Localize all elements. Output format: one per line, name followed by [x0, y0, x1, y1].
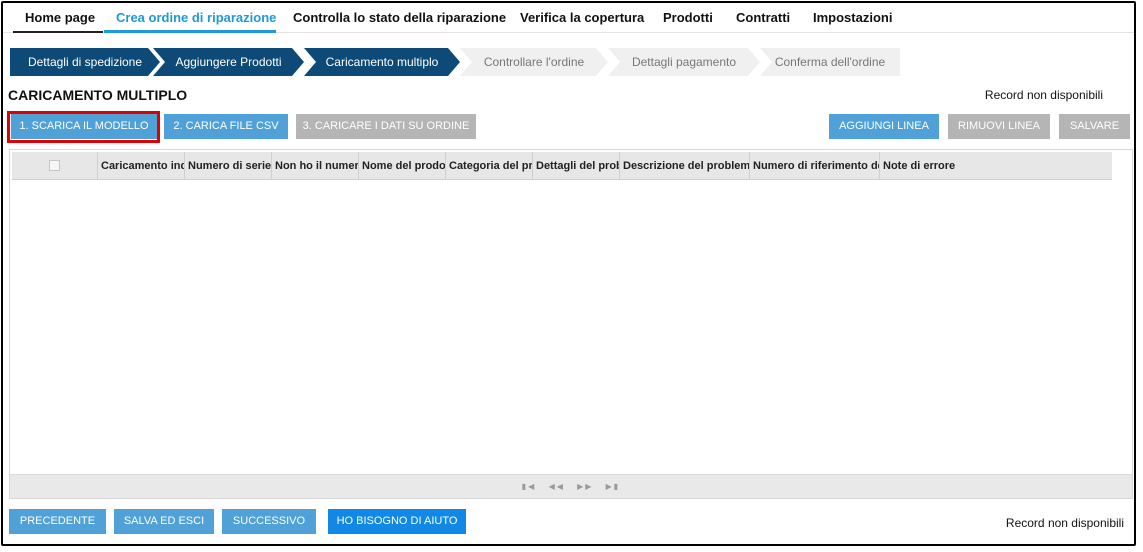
previous-button[interactable]: PRECEDENTE [9, 509, 106, 534]
next-page-icon[interactable]: ▶▶ [577, 475, 593, 499]
add-line-button[interactable]: AGGIUNGI LINEA [829, 114, 939, 139]
step-payment-details[interactable]: Dettagli pagamento [608, 48, 760, 76]
record-status-bottom: Record non disponibili [1005, 516, 1124, 530]
step-shipping-details[interactable]: Dettagli di spedizione [10, 48, 160, 76]
top-navigation: Home page Crea ordine di riparazione Con… [3, 3, 1134, 33]
select-all-checkbox[interactable] [49, 160, 60, 171]
select-all-column [12, 152, 98, 180]
app-window: Home page Crea ordine di riparazione Con… [1, 1, 1136, 546]
first-page-icon[interactable]: ▮◀ [522, 475, 537, 499]
step-label: Aggiungere Prodotti [175, 55, 282, 69]
column-header-error-notes[interactable]: Note di errore [880, 152, 1112, 180]
step-label: Conferma dell'ordine [774, 55, 886, 69]
previous-page-icon[interactable]: ◀◀ [549, 475, 565, 499]
step-check-order[interactable]: Controllare l'ordine [460, 48, 608, 76]
step-label: Dettagli pagamento [631, 55, 737, 69]
nav-verify-coverage[interactable]: Verifica la copertura [520, 3, 644, 33]
active-tab-indicator [104, 30, 276, 33]
nav-settings[interactable]: Impostazioni [813, 3, 892, 33]
load-to-order-button[interactable]: 3. CARICARE I DATI SU ORDINE [296, 114, 476, 139]
step-bulk-upload[interactable]: Caricamento multiplo [304, 48, 460, 76]
column-header-product-name[interactable]: Nome del prodotto [359, 152, 446, 180]
column-header-no-serial-number[interactable]: Non ho il numero di serie [272, 152, 359, 180]
remove-line-button[interactable]: RIMUOVI LINEA [948, 114, 1050, 139]
grid-header: Caricamento indicizzato Numero di serie … [12, 152, 1112, 180]
step-add-products[interactable]: Aggiungere Prodotti [153, 48, 304, 76]
step-label: Controllare l'ordine [483, 55, 585, 69]
nav-create-repair-order[interactable]: Crea ordine di riparazione [116, 3, 276, 33]
help-button[interactable]: HO BISOGNO DI AIUTO [328, 509, 466, 534]
bulk-upload-grid: Caricamento indicizzato Numero di serie … [9, 149, 1133, 499]
page-title: CARICAMENTO MULTIPLO [8, 87, 188, 103]
record-status-top: Record non disponibili [984, 88, 1103, 102]
grid-pager: ▮◀ ◀◀ ▶▶ ▶▮ [10, 474, 1132, 498]
next-button[interactable]: SUCCESSIVO [222, 509, 316, 534]
nav-contracts[interactable]: Contratti [736, 3, 790, 33]
column-header-problem-description[interactable]: Descrizione del problema [620, 152, 750, 180]
column-header-serial-number[interactable]: Numero di serie [185, 152, 272, 180]
nav-home-page[interactable]: Home page [25, 3, 95, 33]
step-label: Dettagli di spedizione [27, 55, 143, 69]
highlight-box [7, 111, 160, 143]
save-and-exit-button[interactable]: SALVA ED ESCI [114, 509, 214, 534]
column-header-customer-reference[interactable]: Numero di riferimento del cliente [750, 152, 880, 180]
column-header-indexed-upload[interactable]: Caricamento indicizzato [98, 152, 185, 180]
home-underline [13, 31, 103, 33]
nav-products[interactable]: Prodotti [663, 3, 713, 33]
column-header-problem-details[interactable]: Dettagli del problema [533, 152, 620, 180]
step-order-confirmation[interactable]: Conferma dell'ordine [760, 48, 900, 76]
save-button[interactable]: SALVARE [1059, 114, 1130, 139]
upload-csv-button[interactable]: 2. CARICA FILE CSV [164, 114, 288, 139]
column-header-problem-category[interactable]: Categoria del problema [446, 152, 533, 180]
step-label: Caricamento multiplo [325, 55, 439, 69]
last-page-icon[interactable]: ▶▮ [606, 475, 621, 499]
nav-check-repair-status[interactable]: Controlla lo stato della riparazione [293, 3, 506, 33]
